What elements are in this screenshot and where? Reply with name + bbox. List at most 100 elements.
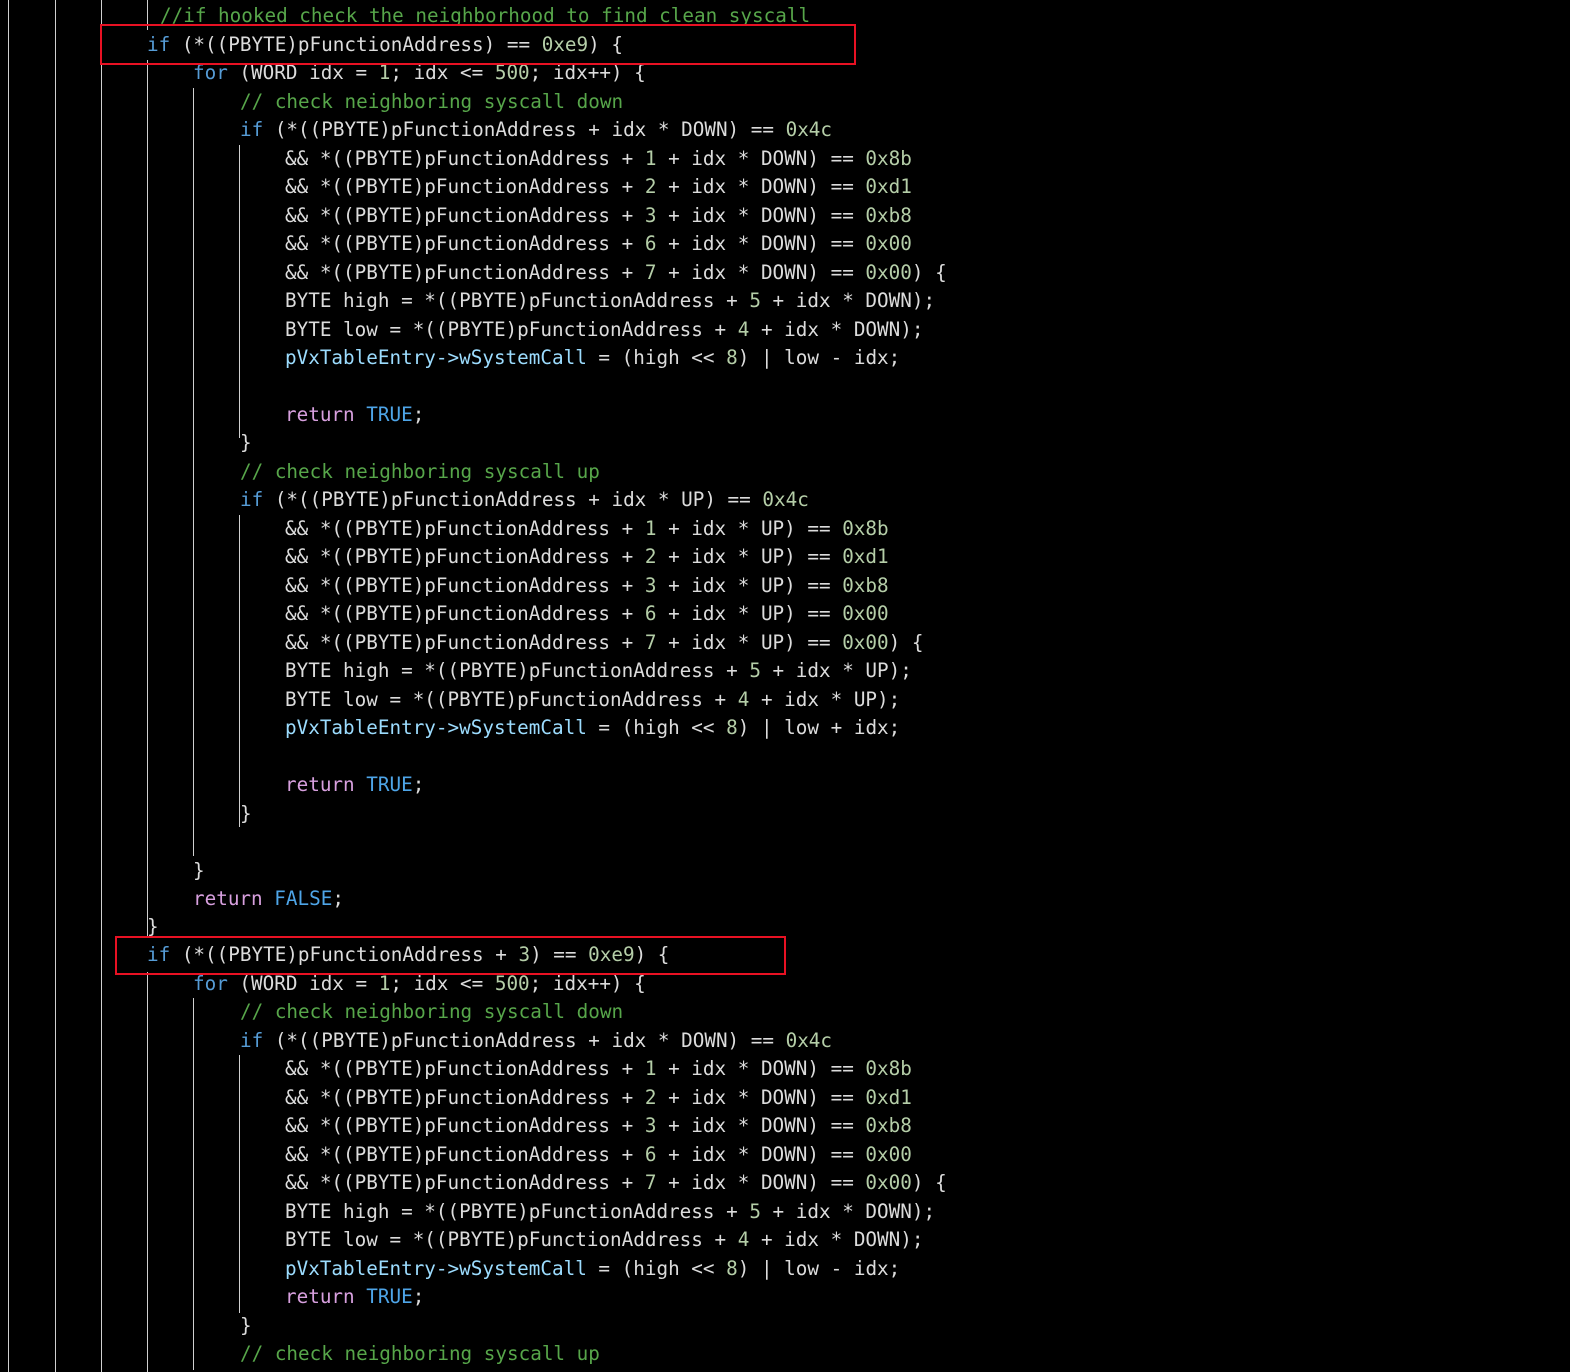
code-line[interactable]: return TRUE; bbox=[285, 771, 424, 799]
code-token: } bbox=[240, 802, 252, 825]
code-line[interactable]: && *((PBYTE)pFunctionAddress + 3 + idx *… bbox=[285, 1112, 912, 1140]
code-line[interactable]: BYTE low = *((PBYTE)pFunctionAddress + 4… bbox=[285, 686, 900, 714]
code-token: + idx * DOWN) == bbox=[656, 204, 866, 227]
code-token: && *((PBYTE)pFunctionAddress + bbox=[285, 545, 645, 568]
code-line[interactable]: return TRUE; bbox=[285, 1283, 424, 1311]
code-token: ; bbox=[412, 773, 425, 796]
code-token: && *((PBYTE)pFunctionAddress + bbox=[285, 175, 645, 198]
code-line[interactable]: pVxTableEntry->wSystemCall = (high << 8)… bbox=[285, 1255, 900, 1283]
code-line[interactable]: && *((PBYTE)pFunctionAddress + 6 + idx *… bbox=[285, 600, 889, 628]
code-token: (*((PBYTE)pFunctionAddress + idx * DOWN)… bbox=[263, 1029, 786, 1052]
code-line[interactable]: && *((PBYTE)pFunctionAddress + 7 + idx *… bbox=[285, 629, 923, 657]
code-token: ; bbox=[332, 887, 344, 910]
code-token: // check neighboring syscall up bbox=[240, 460, 600, 483]
code-token: 2 bbox=[644, 175, 657, 198]
code-line[interactable]: if (*((PBYTE)pFunctionAddress + idx * UP… bbox=[240, 486, 809, 514]
code-token: + idx * DOWN); bbox=[760, 1200, 936, 1223]
code-token: 8 bbox=[726, 716, 738, 739]
code-line[interactable]: BYTE high = *((PBYTE)pFunctionAddress + … bbox=[285, 287, 935, 315]
code-token: 6 bbox=[644, 1143, 657, 1166]
code-line[interactable]: } bbox=[240, 429, 252, 457]
code-line[interactable]: if (*((PBYTE)pFunctionAddress + idx * DO… bbox=[240, 116, 832, 144]
indent-guide-line bbox=[193, 88, 194, 856]
code-token: && *((PBYTE)pFunctionAddress + bbox=[285, 574, 645, 597]
indent-guide-line bbox=[239, 515, 240, 827]
code-token: 0x8b bbox=[865, 1057, 912, 1080]
code-line[interactable]: && *((PBYTE)pFunctionAddress + 3 + idx *… bbox=[285, 572, 889, 600]
code-line[interactable]: && *((PBYTE)pFunctionAddress + 1 + idx *… bbox=[285, 1055, 912, 1083]
code-line[interactable]: BYTE high = *((PBYTE)pFunctionAddress + … bbox=[285, 657, 912, 685]
code-token: (*((PBYTE)pFunctionAddress + idx * UP) =… bbox=[263, 488, 763, 511]
code-token: && *((PBYTE)pFunctionAddress + bbox=[285, 517, 645, 540]
code-token: 0x8b bbox=[865, 147, 912, 170]
code-token: 0x00 bbox=[865, 261, 912, 284]
code-line[interactable]: } bbox=[193, 857, 205, 885]
code-token: if bbox=[240, 1029, 264, 1052]
code-line[interactable]: } bbox=[240, 800, 252, 828]
code-token: 0xb8 bbox=[865, 204, 912, 227]
code-token: && *((PBYTE)pFunctionAddress + bbox=[285, 1171, 645, 1194]
code-line[interactable]: if (*((PBYTE)pFunctionAddress + idx * DO… bbox=[240, 1027, 832, 1055]
code-token: ) | low - idx; bbox=[737, 1257, 901, 1280]
code-line[interactable]: pVxTableEntry->wSystemCall = (high << 8)… bbox=[285, 344, 900, 372]
code-token: } bbox=[240, 431, 252, 454]
code-token: ; bbox=[412, 403, 425, 426]
code-line[interactable]: return TRUE; bbox=[285, 401, 424, 429]
code-token: 0xd1 bbox=[842, 545, 889, 568]
indent-guide-line bbox=[147, 60, 148, 936]
code-token: } bbox=[193, 859, 205, 882]
code-line[interactable]: pVxTableEntry->wSystemCall = (high << 8)… bbox=[285, 714, 900, 742]
code-line[interactable]: && *((PBYTE)pFunctionAddress + 2 + idx *… bbox=[285, 173, 912, 201]
code-line[interactable]: && *((PBYTE)pFunctionAddress + 1 + idx *… bbox=[285, 515, 889, 543]
code-line[interactable]: } bbox=[240, 1312, 252, 1340]
code-line[interactable]: BYTE high = *((PBYTE)pFunctionAddress + … bbox=[285, 1198, 935, 1226]
code-line[interactable]: && *((PBYTE)pFunctionAddress + 7 + idx *… bbox=[285, 259, 947, 287]
code-token: + idx * DOWN) == bbox=[656, 1086, 866, 1109]
code-token: } bbox=[147, 915, 159, 938]
code-token: BYTE high = *((PBYTE)pFunctionAddress + bbox=[285, 1200, 750, 1223]
code-token: wSystemCall bbox=[459, 1257, 587, 1280]
code-line[interactable]: && *((PBYTE)pFunctionAddress + 2 + idx *… bbox=[285, 543, 889, 571]
code-token: TRUE bbox=[366, 403, 413, 426]
code-line[interactable]: && *((PBYTE)pFunctionAddress + 6 + idx *… bbox=[285, 230, 912, 258]
code-token: wSystemCall bbox=[459, 346, 587, 369]
code-token: ) { bbox=[911, 1171, 947, 1194]
code-token: 0xb8 bbox=[842, 574, 889, 597]
code-line[interactable]: // check neighboring syscall down bbox=[240, 998, 623, 1026]
code-token: 0x4c bbox=[785, 118, 833, 141]
code-token: BYTE low = *((PBYTE)pFunctionAddress + bbox=[285, 1228, 738, 1251]
code-token: 0x00 bbox=[842, 631, 889, 654]
indent-guide-line bbox=[55, 0, 56, 1372]
code-line[interactable]: BYTE low = *((PBYTE)pFunctionAddress + 4… bbox=[285, 1226, 923, 1254]
code-token: + idx * UP) == bbox=[656, 574, 843, 597]
code-token: + idx * DOWN) == bbox=[656, 147, 866, 170]
code-editor[interactable]: //if hooked check the neighborhood to fi… bbox=[0, 0, 1570, 1372]
indent-guide-line bbox=[239, 145, 240, 438]
code-token: // check neighboring syscall down bbox=[240, 1000, 624, 1023]
code-token: && *((PBYTE)pFunctionAddress + bbox=[285, 1057, 645, 1080]
code-line[interactable]: && *((PBYTE)pFunctionAddress + 7 + idx *… bbox=[285, 1169, 947, 1197]
code-token: && *((PBYTE)pFunctionAddress + bbox=[285, 147, 645, 170]
code-line[interactable]: BYTE low = *((PBYTE)pFunctionAddress + 4… bbox=[285, 316, 923, 344]
code-line[interactable]: return FALSE; bbox=[193, 885, 344, 913]
code-line[interactable]: // check neighboring syscall up bbox=[240, 458, 600, 486]
code-line[interactable]: // check neighboring syscall up bbox=[240, 1340, 600, 1368]
code-token: pVxTableEntry-> bbox=[285, 346, 460, 369]
code-token: 2 bbox=[644, 1086, 657, 1109]
code-token: // check neighboring syscall up bbox=[240, 1342, 600, 1365]
code-line[interactable]: && *((PBYTE)pFunctionAddress + 3 + idx *… bbox=[285, 202, 912, 230]
code-line[interactable]: && *((PBYTE)pFunctionAddress + 1 + idx *… bbox=[285, 145, 912, 173]
code-token: && *((PBYTE)pFunctionAddress + bbox=[285, 631, 645, 654]
code-token: wSystemCall bbox=[459, 716, 587, 739]
code-token: pVxTableEntry-> bbox=[285, 1257, 460, 1280]
code-line[interactable]: && *((PBYTE)pFunctionAddress + 2 + idx *… bbox=[285, 1084, 912, 1112]
code-token: 6 bbox=[644, 602, 657, 625]
code-token: 0xd1 bbox=[865, 175, 912, 198]
code-line[interactable]: && *((PBYTE)pFunctionAddress + 6 + idx *… bbox=[285, 1141, 912, 1169]
code-line[interactable]: // check neighboring syscall down bbox=[240, 88, 623, 116]
code-token: BYTE high = *((PBYTE)pFunctionAddress + bbox=[285, 289, 750, 312]
code-token: + idx * DOWN) == bbox=[656, 175, 866, 198]
